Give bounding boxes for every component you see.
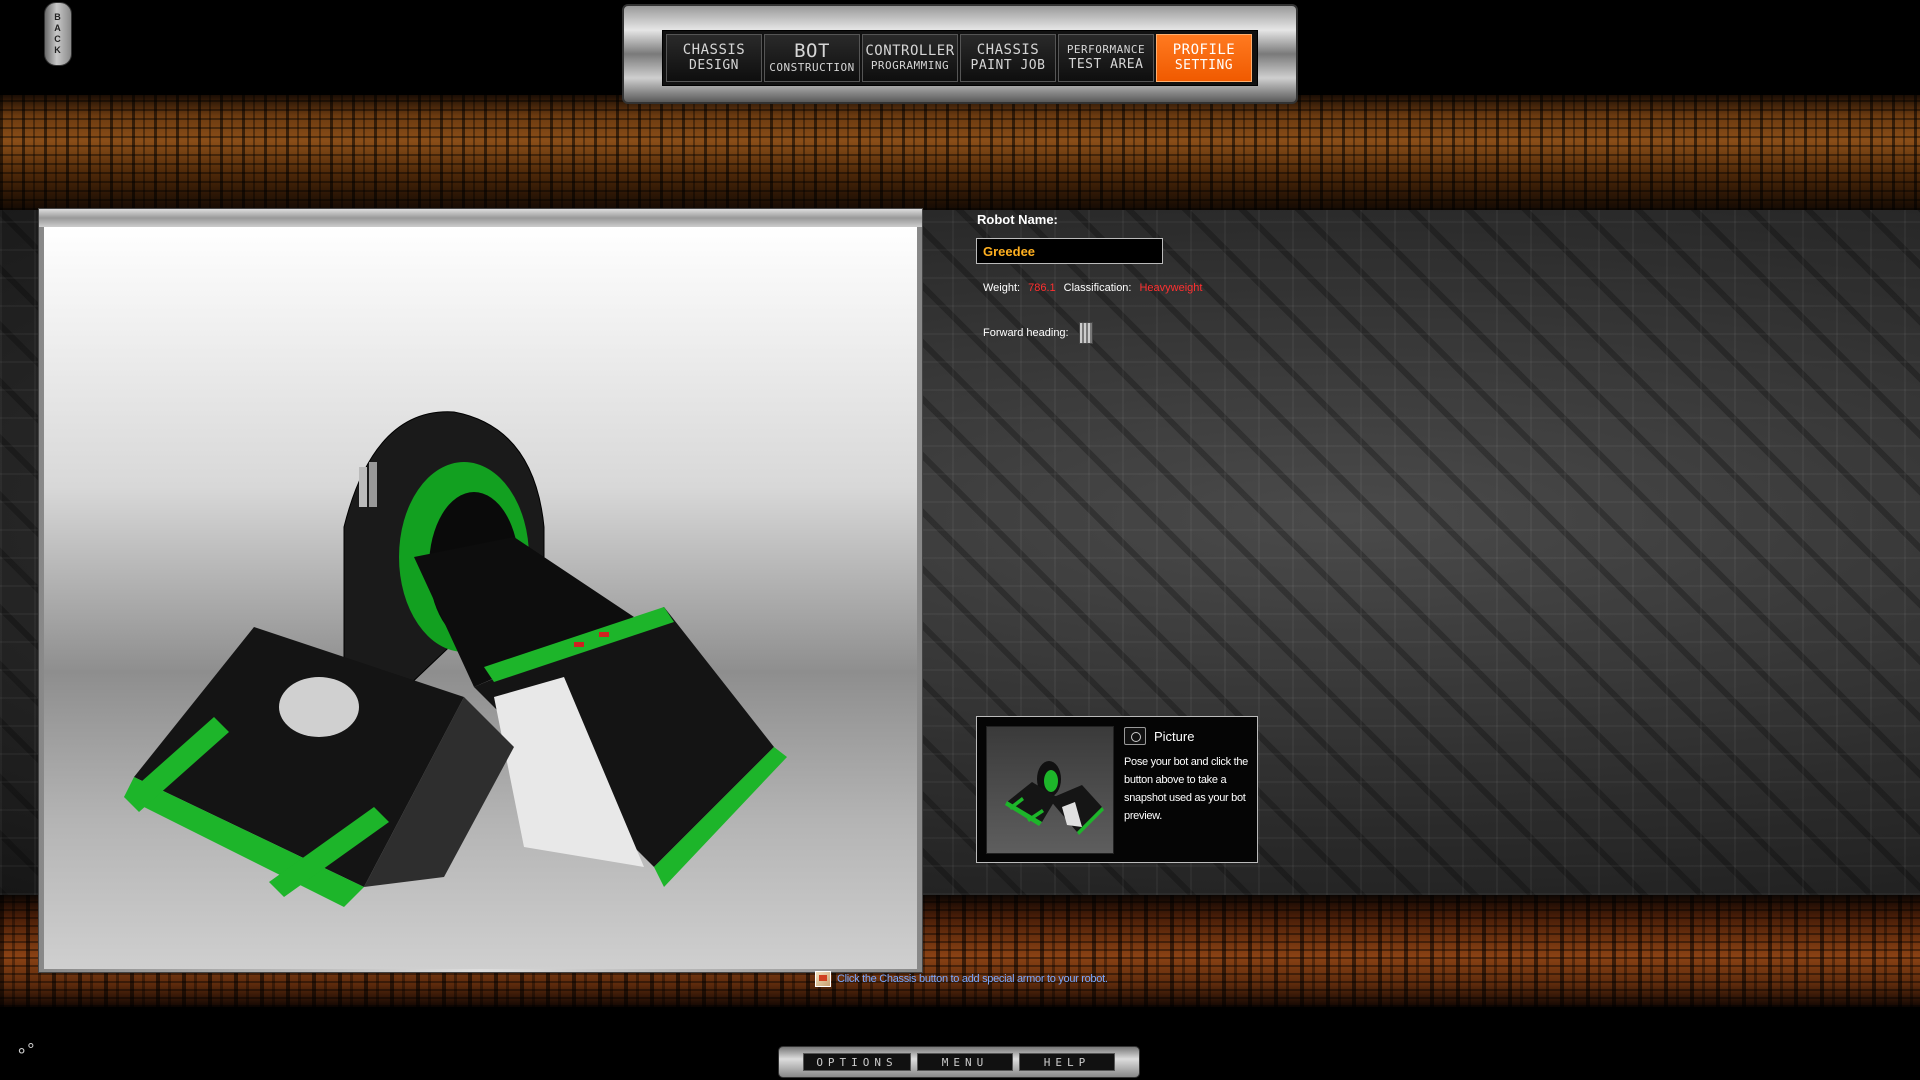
tabs: CHASSIS DESIGN BOT CONSTRUCTION CONTROLL… xyxy=(666,34,1252,82)
bot-preview-thumbnail xyxy=(986,726,1114,854)
tab-label-line1: PERFORMANCE xyxy=(1066,43,1146,56)
forward-heading-label: Forward heading: xyxy=(983,327,1069,339)
classification-label: Classification: xyxy=(1063,282,1132,294)
tab-label-line2: PAINT JOB xyxy=(970,58,1046,73)
camera-icon xyxy=(1124,727,1146,745)
classification-value: Heavyweight xyxy=(1139,282,1203,294)
options-button[interactable]: OPTIONS xyxy=(803,1053,911,1071)
back-button[interactable]: B A C K xyxy=(44,2,72,66)
robot-model xyxy=(124,411,787,907)
picture-button-label: Picture xyxy=(1154,728,1195,744)
tab-chassis-design[interactable]: CHASSIS DESIGN xyxy=(666,34,762,82)
tab-label-line2: DESIGN xyxy=(689,58,739,73)
tab-profile-setting[interactable]: PROFILE SETTING xyxy=(1156,34,1252,82)
picture-panel: Picture Pose your bot and click the butt… xyxy=(976,716,1258,863)
hint-text: Click the Chassis button to add special … xyxy=(837,973,1108,985)
disc-tooth xyxy=(359,467,367,507)
back-letter: B xyxy=(54,12,62,22)
disc-tooth xyxy=(369,462,377,507)
back-letter: K xyxy=(54,45,62,55)
tab-label-line2: TEST AREA xyxy=(1068,57,1144,72)
red-marker xyxy=(574,642,584,647)
forward-heading-slider[interactable] xyxy=(1078,322,1093,344)
top-circuit-band xyxy=(0,95,1920,210)
tab-label-line1: BOT xyxy=(794,40,830,62)
tab-label-line2: SETTING xyxy=(1174,58,1234,73)
loading-spinner-icon: ∘° xyxy=(16,1040,35,1060)
viewport-title-bar xyxy=(39,209,922,227)
workshop-tab-bar: CHASSIS DESIGN BOT CONSTRUCTION CONTROLL… xyxy=(622,4,1298,104)
tab-chassis-paint-job[interactable]: CHASSIS PAINT JOB xyxy=(960,34,1056,82)
tab-label-line1: CONTROLLER xyxy=(865,43,955,59)
weight-label: Weight: xyxy=(983,282,1021,294)
menu-button[interactable]: MENU xyxy=(917,1053,1013,1071)
tab-label-line1: CHASSIS xyxy=(976,42,1040,58)
white-disc-mark xyxy=(279,677,359,737)
forward-heading-row: Forward heading: xyxy=(983,322,1093,344)
tab-performance-test-area[interactable]: PERFORMANCE TEST AREA xyxy=(1058,34,1154,82)
bottom-button-bar: OPTIONS MENU HELP xyxy=(778,1046,1140,1078)
help-button[interactable]: HELP xyxy=(1019,1053,1115,1071)
tab-bot-construction[interactable]: BOT CONSTRUCTION xyxy=(764,34,860,82)
back-letter: A xyxy=(54,23,62,33)
preview-robot xyxy=(1005,761,1104,835)
robot-3d-viewport[interactable] xyxy=(44,227,917,969)
picture-description: Pose your bot and click the button above… xyxy=(1124,756,1248,822)
back-letter: C xyxy=(54,34,62,44)
red-marker xyxy=(599,632,609,637)
hint-message: Click the Chassis button to add special … xyxy=(815,971,1108,987)
tab-controller-programming[interactable]: CONTROLLER PROGRAMMING xyxy=(862,34,958,82)
robot-name-label: Robot Name: xyxy=(977,212,1058,227)
robot-viewport-frame xyxy=(38,208,923,973)
weight-value: 786.1 xyxy=(1028,282,1056,294)
robot-name-input[interactable] xyxy=(976,238,1163,264)
tab-label-line1: CHASSIS xyxy=(682,42,746,58)
tab-label-line1: PROFILE xyxy=(1172,42,1236,58)
tab-label-line2: CONSTRUCTION xyxy=(769,61,855,74)
tab-label-line2: PROGRAMMING xyxy=(870,59,950,72)
hint-icon xyxy=(815,971,831,987)
take-picture-button[interactable]: Picture xyxy=(1124,725,1194,747)
robot-stats: Weight: 786.1 Classification: Heavyweigh… xyxy=(983,282,1202,294)
